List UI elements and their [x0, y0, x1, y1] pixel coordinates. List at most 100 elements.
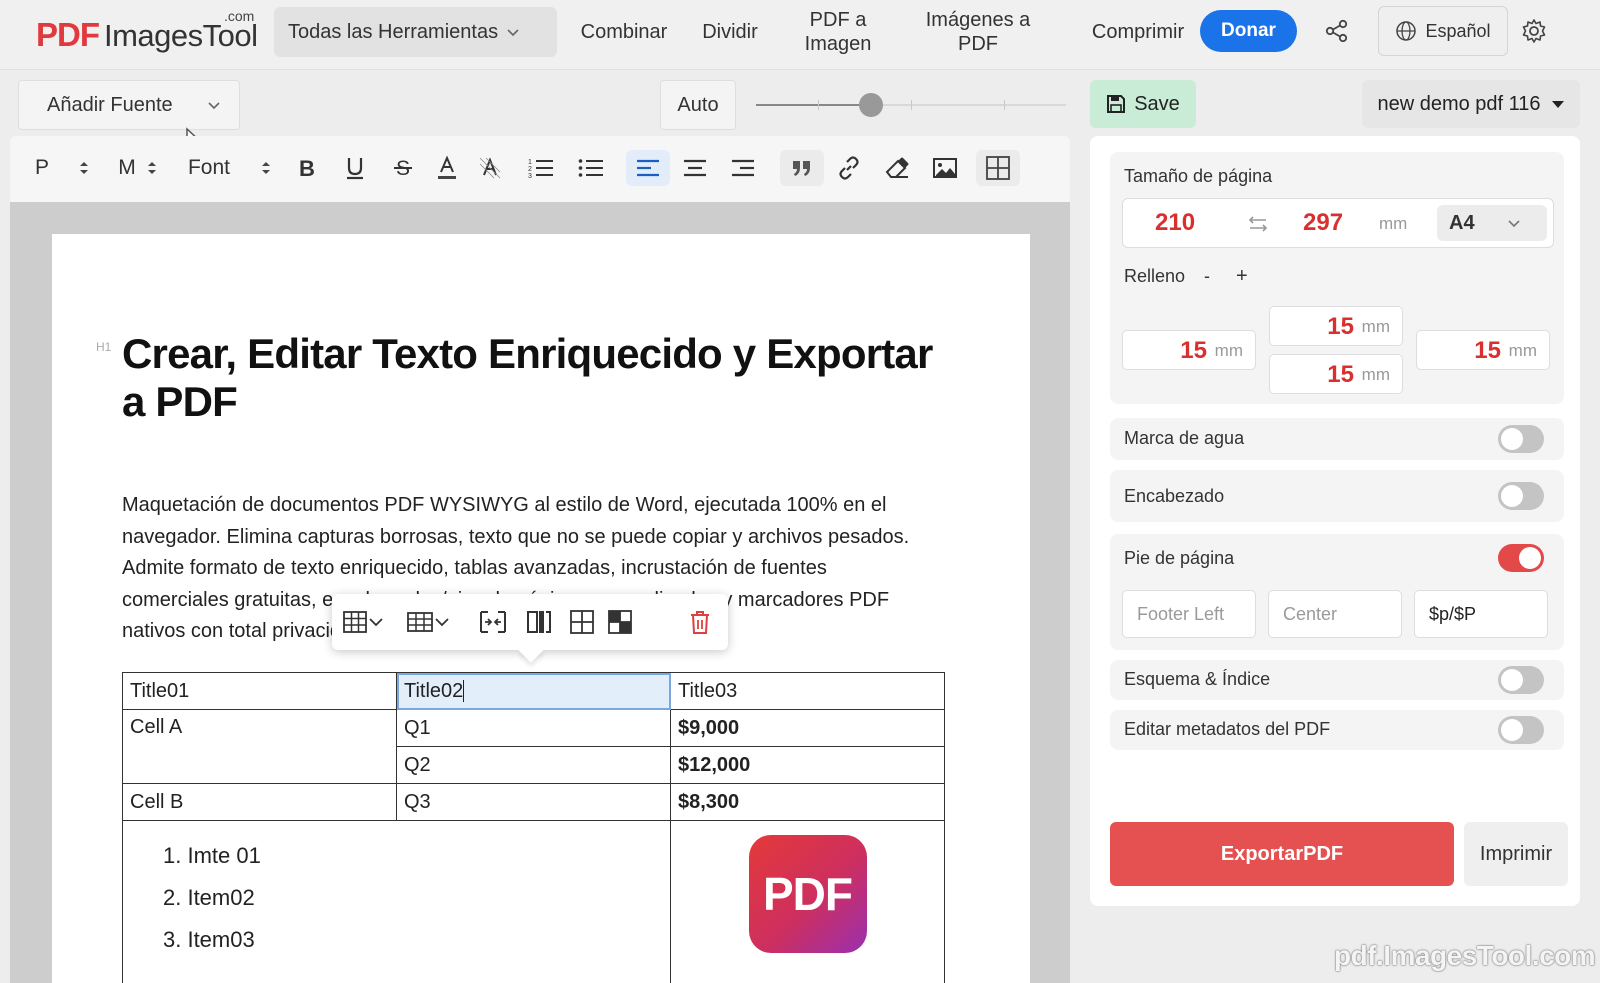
table-cell[interactable]: Title03 [670, 672, 945, 710]
highlight-icon[interactable] [476, 150, 504, 186]
updown-icon[interactable] [144, 150, 160, 186]
align-right-icon[interactable] [726, 150, 760, 186]
page-width-input[interactable]: 210 [1155, 209, 1195, 237]
trash-icon[interactable] [688, 606, 712, 638]
list-item[interactable]: 2. Item02 [163, 877, 670, 919]
outline-toggle[interactable] [1498, 666, 1544, 694]
save-button[interactable]: Save [1090, 80, 1196, 128]
table-cell[interactable]: $12,000 [670, 746, 945, 784]
nav-pdf-to-image[interactable]: PDF a Imagen [800, 8, 876, 56]
nav-compress[interactable]: Comprimir [1086, 20, 1190, 44]
split-cell-icon[interactable] [524, 606, 554, 638]
header-section: Encabezado [1110, 470, 1564, 522]
bullet-list-icon[interactable] [576, 150, 606, 186]
table-columns-menu[interactable] [406, 606, 450, 638]
gear-icon[interactable] [1520, 17, 1548, 45]
footer-right-input[interactable]: $p/$P [1414, 590, 1548, 638]
link-icon[interactable] [834, 150, 864, 186]
padding-increase-button[interactable]: + [1236, 265, 1248, 288]
padding-unit: mm [1361, 317, 1390, 336]
padding-top-value: 15 [1327, 313, 1354, 340]
zoom-slider[interactable] [756, 92, 1066, 118]
print-button[interactable]: Imprimir [1464, 822, 1568, 886]
nav-split[interactable]: Dividir [694, 20, 766, 44]
updown-icon[interactable] [258, 150, 274, 186]
table-cell[interactable]: Q1 [396, 709, 671, 747]
metadata-toggle[interactable] [1498, 716, 1544, 744]
image-icon[interactable] [930, 150, 960, 186]
eraser-icon[interactable] [882, 150, 912, 186]
page-height-input[interactable]: 297 [1303, 209, 1343, 237]
table-rows-menu[interactable] [342, 606, 384, 638]
padding-decrease-button[interactable]: - [1204, 266, 1210, 287]
padding-right-field[interactable]: 15 mm [1416, 330, 1550, 370]
padding-bottom-field[interactable]: 15 mm [1269, 354, 1403, 394]
all-tools-menu[interactable]: Todas las Herramientas [274, 7, 557, 57]
zoom-slider-thumb[interactable] [859, 93, 883, 117]
table-cell[interactable]: Cell A [122, 709, 397, 784]
document-heading[interactable]: Crear, Editar Texto Enriquecido y Export… [122, 330, 942, 426]
watermark-toggle[interactable] [1498, 425, 1544, 453]
document-selector[interactable]: new demo pdf 116 [1362, 80, 1580, 128]
nav-images-to-pdf[interactable]: Imágenes a PDF [920, 8, 1036, 56]
table-cell[interactable]: Title01 [122, 672, 397, 710]
table-cell-selected[interactable]: Title02 [396, 672, 671, 710]
strikethrough-icon[interactable]: S [388, 150, 418, 186]
align-left-icon[interactable] [626, 150, 670, 186]
text-caret [463, 680, 465, 703]
page-size-label: Tamaño de página [1124, 166, 1273, 186]
padding-left-field[interactable]: 15 mm [1122, 330, 1256, 370]
table-cell[interactable]: Q3 [396, 783, 671, 821]
cell-borders-icon[interactable] [568, 606, 596, 638]
list-item[interactable]: 3. Item03 [163, 919, 670, 961]
page-format-select[interactable]: A4 [1437, 205, 1547, 241]
footer-left-input[interactable]: Footer Left [1122, 590, 1256, 638]
table-cell[interactable]: $8,300 [670, 783, 945, 821]
language-selector[interactable]: Español [1378, 6, 1508, 56]
language-label: Español [1425, 20, 1491, 41]
paragraph-style-select[interactable]: P [32, 150, 52, 186]
share-icon[interactable] [1324, 18, 1350, 44]
text-color-icon[interactable] [434, 150, 460, 186]
footer-center-input[interactable]: Center [1268, 590, 1402, 638]
globe-icon [1396, 21, 1417, 41]
align-center-icon[interactable] [678, 150, 712, 186]
table-cell[interactable]: Q2 [396, 746, 671, 784]
underline-icon[interactable] [340, 150, 370, 186]
ordered-list-icon[interactable]: 123 [526, 150, 556, 186]
padding-bottom-value: 15 [1327, 361, 1354, 388]
updown-icon[interactable] [76, 150, 92, 186]
list-item[interactable]: 1. Imte 01 [163, 835, 670, 877]
padding-top-field[interactable]: 15 mm [1269, 306, 1403, 346]
table-cell-image[interactable]: PDF [670, 820, 945, 983]
font-size-select[interactable]: M [116, 150, 138, 186]
table-cell-list[interactable]: 1. Imte 01 2. Item02 3. Item03 [122, 820, 671, 983]
document-table[interactable]: Title01 Title02 Title03 Cell A Q1 $9,000… [122, 672, 945, 983]
merge-cells-icon[interactable] [478, 606, 508, 638]
footer-toggle[interactable] [1498, 544, 1544, 572]
document-canvas: H1 Crear, Editar Texto Enriquecido y Exp… [10, 202, 1070, 983]
swap-icon[interactable] [1247, 214, 1269, 234]
chevron-down-icon [1508, 220, 1520, 228]
save-label: Save [1134, 92, 1180, 115]
header-toggle[interactable] [1498, 482, 1544, 510]
table-insert-icon[interactable] [976, 150, 1020, 186]
donate-button[interactable]: Donar [1200, 10, 1297, 52]
font-family-select[interactable]: Font [184, 150, 234, 186]
nav-combine[interactable]: Combinar [578, 20, 670, 44]
toggle-knob [1501, 669, 1523, 691]
table-cell[interactable]: $9,000 [670, 709, 945, 747]
blockquote-icon[interactable] [780, 150, 824, 186]
top-header: PDF ImagesTool .com Todas las Herramient… [0, 0, 1600, 70]
table-cell[interactable]: Cell B [122, 783, 397, 821]
chevron-down-icon [369, 618, 383, 627]
add-font-dropdown[interactable]: Añadir Fuente [18, 80, 240, 130]
export-pdf-button[interactable]: ExportarPDF [1110, 822, 1454, 886]
site-logo[interactable]: PDF ImagesTool .com [36, 6, 258, 64]
table-grid-icon [343, 611, 367, 633]
header-row-icon[interactable] [606, 606, 634, 638]
all-tools-label: Todas las Herramientas [288, 20, 499, 43]
auto-zoom-button[interactable]: Auto [660, 80, 736, 130]
pdf-logo-image[interactable]: PDF [748, 835, 867, 953]
bold-icon[interactable]: B [292, 150, 322, 186]
